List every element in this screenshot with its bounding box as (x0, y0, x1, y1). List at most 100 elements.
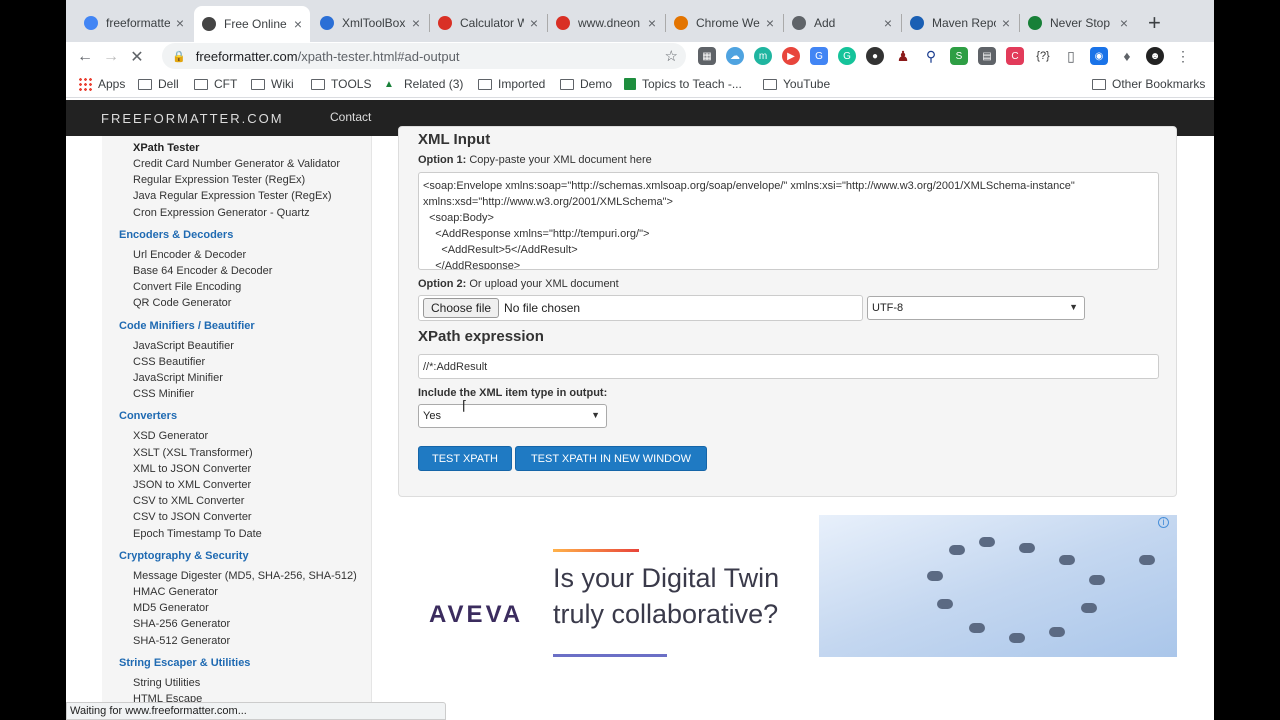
folder-icon (251, 78, 265, 90)
sidebar-item[interactable]: JavaScript Minifier (133, 372, 223, 384)
sidebar-item[interactable]: XML to JSON Converter (133, 463, 251, 475)
close-icon[interactable]: × (1120, 15, 1128, 31)
extensions-puzzle-icon[interactable]: ♦ (1118, 47, 1136, 65)
sidebar-item[interactable]: XSD Generator (133, 430, 208, 442)
sidebar-item[interactable]: Regular Expression Tester (RegEx) (133, 174, 305, 186)
sidebar-item[interactable]: QR Code Generator (133, 297, 231, 309)
bookmark-item[interactable]: Topics to Teach -... (624, 77, 742, 91)
extension-doc-icon[interactable]: ▤ (978, 47, 996, 65)
browser-tab[interactable]: freeformatte × (76, 8, 192, 38)
close-icon[interactable]: × (412, 15, 420, 31)
sidebar-heading[interactable]: Cryptography & Security (119, 550, 249, 562)
sidebar-item[interactable]: Url Encoder & Decoder (133, 249, 246, 261)
chrome-menu-icon[interactable]: ⋮ (1174, 47, 1192, 65)
browser-tab[interactable]: www.dneon × (548, 8, 664, 38)
extension-regex-icon[interactable]: {?} (1034, 47, 1052, 65)
bookmark-item[interactable]: Apps (78, 77, 125, 91)
sidebar-item[interactable]: Base 64 Encoder & Decoder (133, 265, 272, 277)
site-brand[interactable]: FREEFORMATTER.COM (101, 111, 284, 126)
choose-file-button[interactable]: Choose file (423, 298, 500, 318)
ad-underline (553, 654, 667, 657)
bookmark-item[interactable]: Demo (560, 77, 612, 91)
sidebar-item[interactable]: CSS Beautifier (133, 356, 205, 368)
browser-tab[interactable]: Maven Repo × (902, 8, 1018, 38)
back-arrow-icon[interactable]: ← (72, 48, 98, 66)
sidebar-heading[interactable]: Encoders & Decoders (119, 229, 233, 241)
sidebar-item[interactable]: Cron Expression Generator - Quartz (133, 207, 310, 219)
close-icon[interactable]: × (766, 15, 774, 31)
xpath-input[interactable]: //*:AddResult (418, 354, 1159, 379)
bookmark-item[interactable]: YouTube (763, 77, 830, 91)
new-tab-button[interactable]: + (1148, 10, 1161, 36)
extension-cloud-icon[interactable]: ☁ (726, 47, 744, 65)
test-xpath-new-window-button[interactable]: TEST XPATH IN NEW WINDOW (515, 446, 707, 471)
close-icon[interactable]: × (530, 15, 538, 31)
extension-shield-icon[interactable]: ◉ (1090, 47, 1108, 65)
other-bookmarks[interactable]: Other Bookmarks (1092, 77, 1205, 91)
close-icon[interactable]: × (294, 16, 302, 32)
close-icon[interactable]: × (1002, 15, 1010, 31)
bookmark-star-icon[interactable]: ☆ (665, 47, 678, 65)
sidebar-item[interactable]: Credit Card Number Generator & Validator (133, 158, 340, 170)
ad-info-icon[interactable]: i (1158, 517, 1169, 528)
advertisement[interactable]: Is your Digital Twin truly collaborative… (399, 515, 1177, 657)
sidebar-heading[interactable]: String Escaper & Utilities (119, 657, 250, 669)
browser-tab[interactable]: Calculator W × (430, 8, 546, 38)
bookmark-item[interactable]: Imported (478, 77, 545, 91)
extension-circle-icon[interactable]: ● (866, 47, 884, 65)
close-icon[interactable]: × (884, 15, 892, 31)
sidebar-item[interactable]: Epoch Timestamp To Date (133, 528, 262, 540)
browser-tab[interactable]: Never Stop × (1020, 8, 1136, 38)
browser-tab[interactable]: Free Online × (194, 6, 310, 42)
extension-figure-icon[interactable]: ♟ (894, 47, 912, 65)
close-icon[interactable]: × (648, 15, 656, 31)
nav-contact[interactable]: Contact (330, 110, 371, 124)
sidebar-item[interactable]: Message Digester (MD5, SHA-256, SHA-512) (133, 570, 357, 582)
sidebar-item[interactable]: Convert File Encoding (133, 281, 241, 293)
xml-textarea[interactable]: <soap:Envelope xmlns:soap="http://schema… (418, 172, 1159, 270)
sidebar-item[interactable]: SHA-256 Generator (133, 618, 230, 630)
browser-tab[interactable]: XmlToolBox × (312, 8, 428, 38)
sidebar-item[interactable]: String Utilities (133, 677, 200, 689)
bookmark-item[interactable]: Wiki (251, 77, 294, 91)
extension-translate-icon[interactable]: G (810, 47, 828, 65)
sidebar-item[interactable]: JavaScript Beautifier (133, 340, 234, 352)
sidebar-item[interactable]: HMAC Generator (133, 586, 218, 598)
extension-grammarly-icon[interactable]: G (838, 47, 856, 65)
bookmark-item[interactable]: Dell (138, 77, 179, 91)
include-type-select[interactable]: Yes ▼ (418, 404, 607, 428)
sidebar-item[interactable]: JSON to XML Converter (133, 479, 251, 491)
sidebar-item[interactable]: CSS Minifier (133, 388, 194, 400)
test-xpath-button[interactable]: TEST XPATH (418, 446, 512, 471)
extension-m-icon[interactable]: m (754, 47, 772, 65)
browser-tab[interactable]: Chrome We × (666, 8, 782, 38)
extension-page-icon[interactable]: ▯ (1062, 47, 1080, 65)
encoding-select[interactable]: UTF-8 ▼ (867, 296, 1085, 320)
extension-s-icon[interactable]: S (950, 47, 968, 65)
tab-label: Never Stop (1050, 16, 1111, 30)
sidebar-item[interactable]: CSV to XML Converter (133, 495, 244, 507)
forward-arrow-icon[interactable]: → (98, 48, 124, 66)
sidebar-heading[interactable]: Code Minifiers / Beautifier (119, 320, 255, 332)
bookmarks-bar: Other Bookmarks Apps Dell CFT Wiki TOOLS ▲ Rel… (66, 72, 1214, 98)
extension-video-icon[interactable]: ▶ (782, 47, 800, 65)
address-bar[interactable]: 🔒 freeformatter.com/xpath-tester.html#ad… (162, 43, 686, 69)
sidebar-item[interactable]: XSLT (XSL Transformer) (133, 447, 253, 459)
stop-loading-icon[interactable]: ✕ (124, 47, 150, 67)
folder-icon (194, 78, 208, 90)
sidebar-item[interactable]: SHA-512 Generator (133, 635, 230, 647)
bookmark-item[interactable]: CFT (194, 77, 237, 91)
profile-avatar[interactable]: ☻ (1146, 47, 1164, 65)
browser-tab[interactable]: Add × (784, 8, 900, 38)
sidebar-item[interactable]: MD5 Generator (133, 602, 209, 614)
close-icon[interactable]: × (176, 15, 184, 31)
sidebar-item[interactable]: Java Regular Expression Tester (RegEx) (133, 190, 332, 202)
extension-qr-icon[interactable]: ▦ (698, 47, 716, 65)
sidebar-item-xpath-tester[interactable]: XPath Tester (133, 142, 199, 154)
extension-c-icon[interactable]: C (1006, 47, 1024, 65)
bookmark-item[interactable]: TOOLS (311, 77, 371, 91)
bookmark-item[interactable]: ▲ Related (3) (384, 77, 463, 91)
extension-search-icon[interactable]: ⚲ (922, 47, 940, 65)
sidebar-heading[interactable]: Converters (119, 410, 177, 422)
sidebar-item[interactable]: CSV to JSON Converter (133, 511, 252, 523)
